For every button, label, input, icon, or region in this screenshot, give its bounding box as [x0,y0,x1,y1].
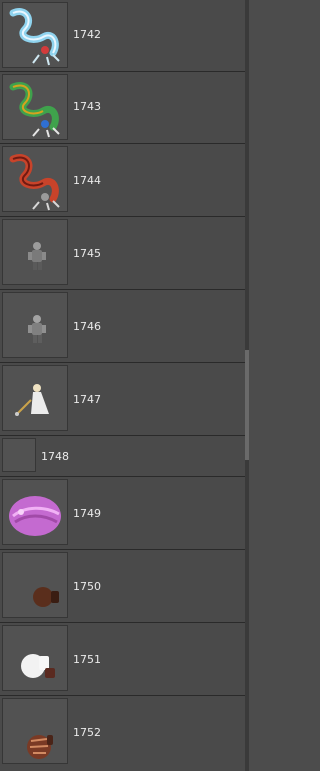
empty-sprite [2,438,36,472]
item-id: 1746 [73,320,101,333]
scrollbar[interactable] [245,0,249,771]
item-id: 1744 [73,174,101,187]
list-item[interactable]: 1742 [0,0,245,72]
white-sack-icon [2,625,68,691]
scroll-thumb[interactable] [245,350,249,460]
list-item[interactable]: 1743 [0,72,245,144]
list-item[interactable]: 1745 [0,217,245,290]
item-id: 1742 [73,28,101,41]
list-item[interactable]: 1746 [0,290,245,363]
list-item[interactable]: 1750 [0,550,245,623]
item-id: 1749 [73,507,101,520]
red-serpent-icon [2,146,68,212]
item-id: 1745 [73,247,101,260]
list-item[interactable]: 1751 [0,623,245,696]
sprite-list: 1742 1743 1744 1745 1746 1747 1748 1749 … [0,0,245,771]
brown-sack-icon [2,552,68,618]
item-id: 1750 [73,580,101,593]
list-item[interactable]: 1752 [0,696,245,771]
white-robed-mage-icon [2,365,68,431]
list-item[interactable]: 1748 [0,436,245,477]
item-id: 1752 [73,726,101,739]
armored-soldier-icon [2,292,68,358]
armored-soldier-icon [2,219,68,285]
list-item[interactable]: 1749 [0,477,245,550]
green-serpent-icon [2,74,68,140]
striped-sack-icon [2,698,68,764]
item-id: 1751 [73,653,101,666]
pink-blob-creature-icon [2,479,68,545]
item-id: 1743 [73,100,101,113]
list-item[interactable]: 1744 [0,144,245,217]
ice-serpent-icon [2,2,68,68]
item-id: 1747 [73,393,101,406]
list-item[interactable]: 1747 [0,363,245,436]
item-id: 1748 [41,450,69,463]
